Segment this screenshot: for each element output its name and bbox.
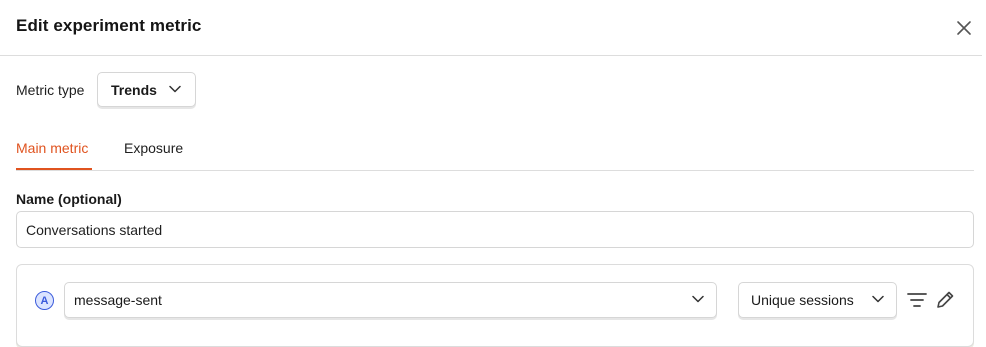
close-button[interactable]	[952, 16, 976, 40]
dialog-header: Edit experiment metric	[0, 0, 986, 56]
chevron-down-icon	[872, 295, 884, 303]
metric-type-label: Metric type	[16, 82, 85, 98]
filter-button[interactable]	[906, 290, 928, 310]
name-field-label: Name (optional)	[16, 191, 122, 207]
series-badge: A	[35, 291, 54, 310]
math-value: Unique sessions	[751, 292, 854, 308]
edit-button[interactable]	[934, 289, 956, 311]
close-icon	[957, 21, 971, 35]
tab-main-metric[interactable]: Main metric	[16, 140, 88, 156]
tab-exposure[interactable]: Exposure	[124, 140, 183, 156]
metric-type-select[interactable]: Trends	[97, 72, 196, 107]
pencil-icon	[937, 291, 954, 308]
math-select[interactable]: Unique sessions	[738, 282, 897, 318]
event-select[interactable]: message-sent	[64, 282, 717, 318]
metric-tabs: Main metric Exposure	[16, 130, 974, 171]
chevron-down-icon	[169, 85, 181, 93]
event-value: message-sent	[74, 292, 162, 308]
name-input[interactable]	[16, 211, 974, 248]
tabs-divider	[16, 170, 974, 171]
filter-icon	[907, 293, 927, 307]
dialog-title: Edit experiment metric	[16, 16, 202, 35]
metric-type-value: Trends	[111, 81, 157, 98]
header-divider	[0, 55, 982, 56]
series-row: A message-sent Unique sessions	[16, 264, 974, 347]
chevron-down-icon	[692, 295, 704, 303]
